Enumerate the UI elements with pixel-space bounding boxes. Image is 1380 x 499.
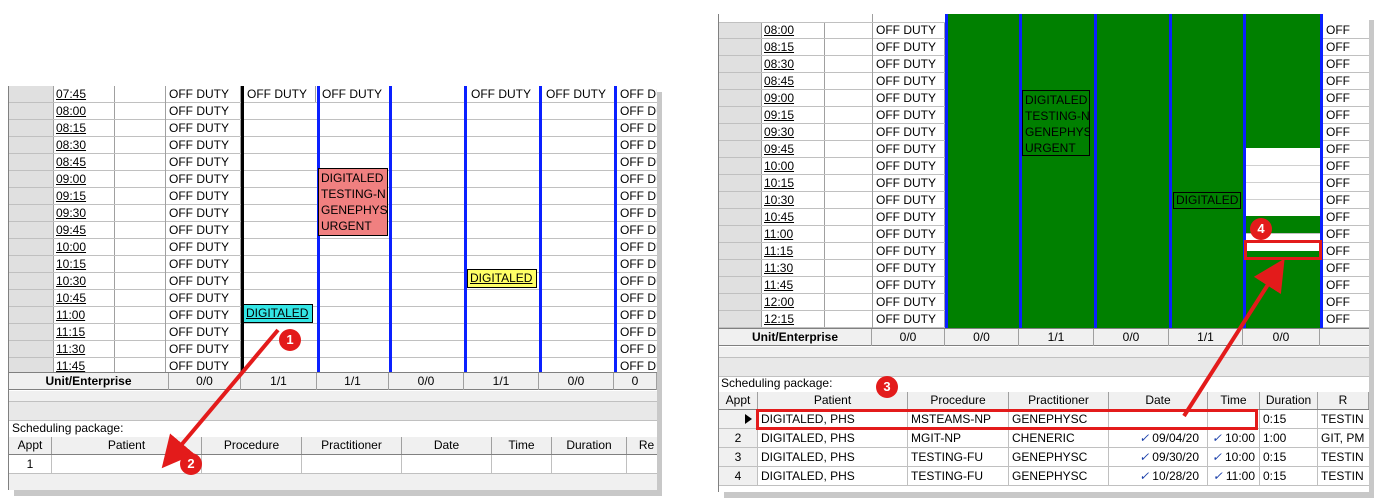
callout-badge-4: 4 xyxy=(1250,218,1272,240)
callout-badge-3: 3 xyxy=(876,376,898,398)
arrow-1-to-2 xyxy=(161,328,280,469)
package-row-highlight xyxy=(756,409,1258,430)
callout-badge-2: 2 xyxy=(180,453,202,475)
arrow-3-to-4 xyxy=(1182,258,1285,418)
callout-badge-1: 1 xyxy=(279,329,301,351)
target-slot-highlight xyxy=(1244,240,1322,260)
